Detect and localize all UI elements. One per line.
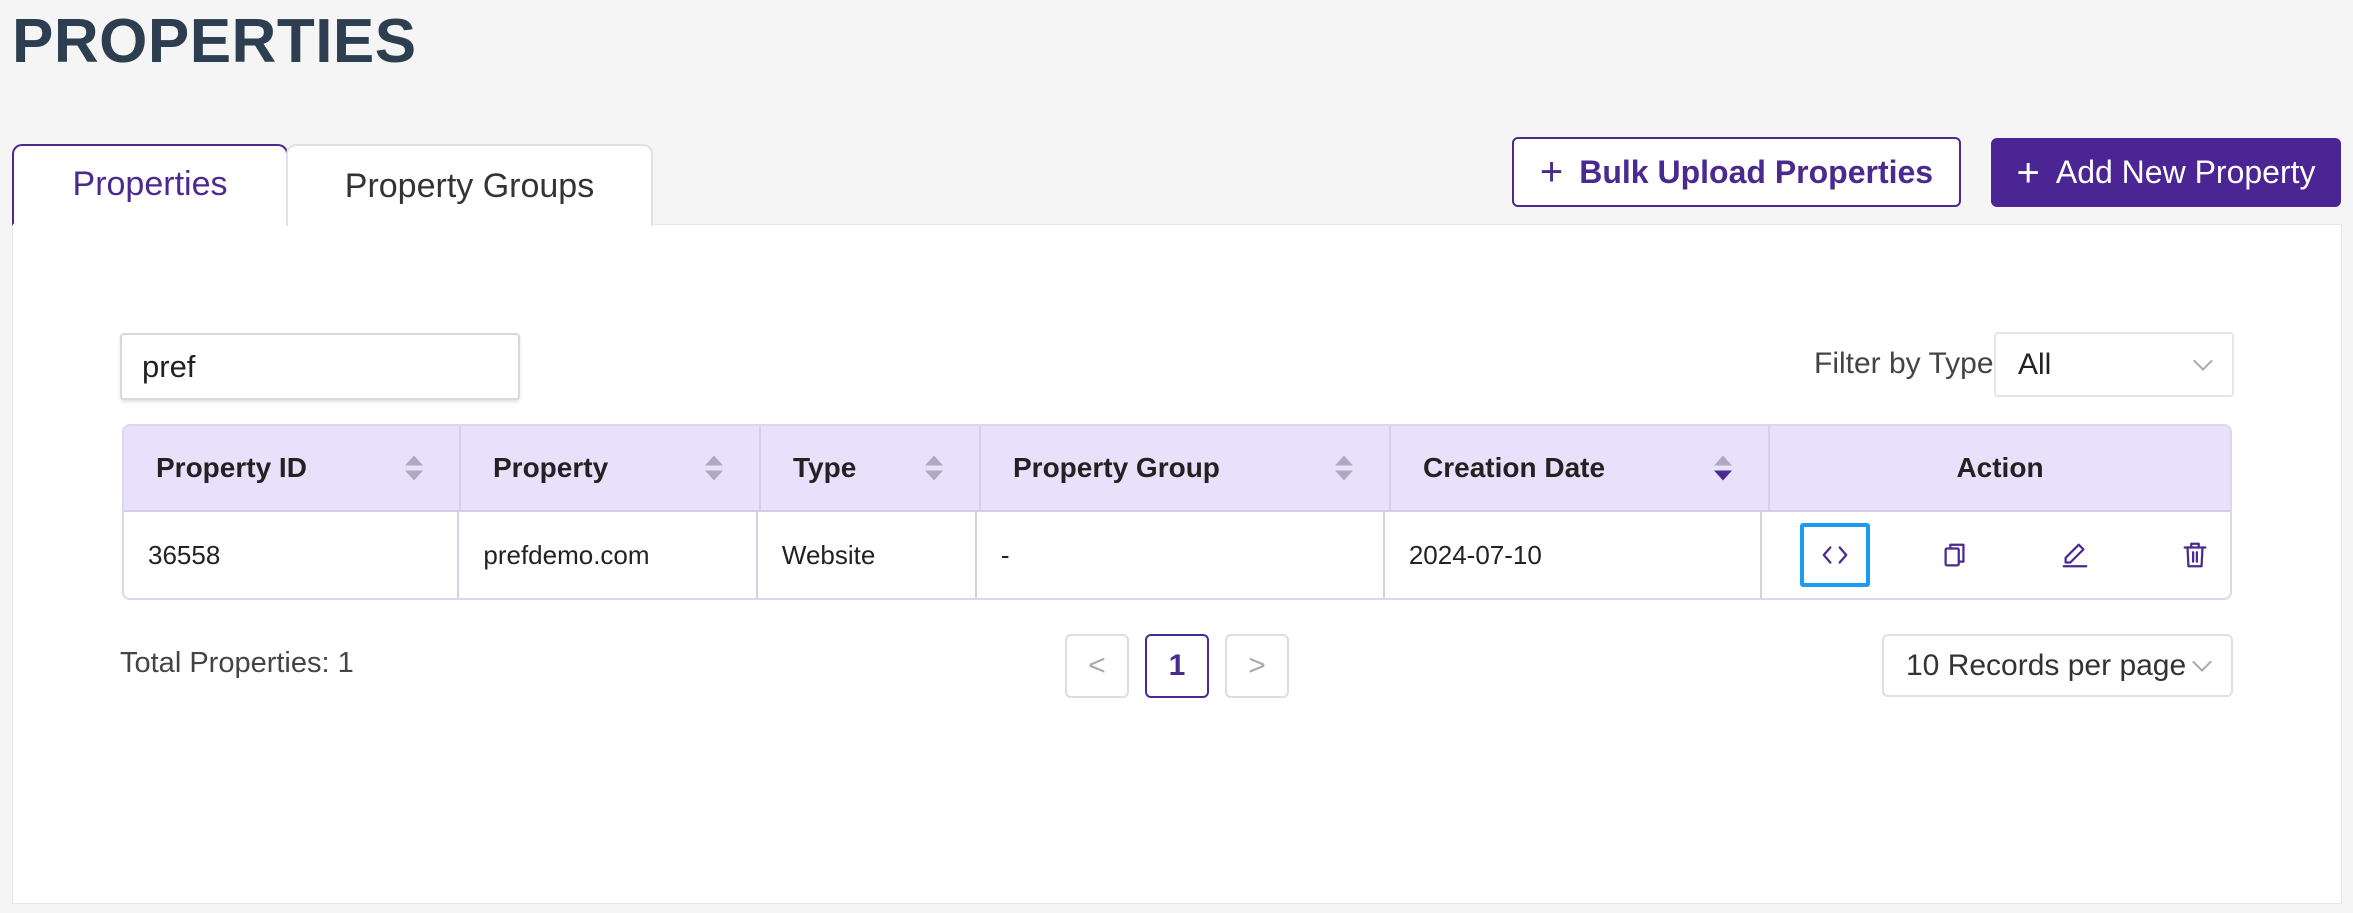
bulk-upload-button[interactable]: + Bulk Upload Properties [1512, 137, 1961, 207]
prev-page-button[interactable]: < [1065, 634, 1129, 698]
add-new-property-label: Add New Property [2055, 154, 2316, 190]
cell-property-id: 36558 [124, 512, 460, 598]
column-header-property-group[interactable]: Property Group [981, 426, 1391, 510]
filter-type-value: All [2018, 347, 2052, 381]
column-header-label: Property ID [156, 452, 307, 483]
records-per-page-value: 10 Records per page [1906, 648, 2187, 682]
sort-icon [925, 455, 943, 481]
page-button-current[interactable]: 1 [1145, 634, 1209, 698]
column-header-property[interactable]: Property [461, 426, 761, 510]
tab-bar: Properties Property Groups [12, 144, 653, 226]
page-title: PROPERTIES [12, 7, 417, 76]
sort-desc-icon [1714, 455, 1732, 481]
sort-icon [1335, 455, 1353, 481]
plus-icon: + [2016, 150, 2040, 195]
cell-type: Website [758, 512, 977, 598]
plus-icon: + [1539, 150, 1564, 194]
column-header-creation-date[interactable]: Creation Date [1391, 426, 1770, 510]
cell-creation-date: 2024-07-10 [1385, 512, 1762, 598]
sort-icon [705, 455, 723, 481]
column-header-label: Type [793, 452, 857, 483]
search-input[interactable] [120, 333, 520, 400]
column-header-type[interactable]: Type [761, 426, 981, 510]
column-header-label: Action [1956, 452, 2044, 483]
code-icon[interactable] [1799, 523, 1870, 587]
cell-property: prefdemo.com [459, 512, 758, 598]
chevron-down-icon [2192, 651, 2212, 672]
trash-icon[interactable] [2160, 523, 2230, 587]
copy-icon[interactable] [1920, 523, 1990, 587]
table-header: Property ID Property Type Property Group… [124, 426, 2230, 510]
cell-property-group: - [977, 512, 1385, 598]
tab-properties[interactable]: Properties [12, 144, 288, 226]
chevron-down-icon [2193, 350, 2213, 371]
filter-by-type-label: Filter by Type: [1814, 347, 2002, 380]
sort-icon [405, 455, 423, 481]
column-header-action: Action [1770, 426, 2230, 510]
properties-table: Property ID Property Type Property Group… [122, 424, 2232, 600]
cell-actions [1762, 512, 2230, 598]
table-row: 36558 prefdemo.com Website - 2024-07-10 [124, 510, 2230, 598]
column-header-label: Property [493, 452, 609, 483]
add-new-property-button[interactable]: + Add New Property [1991, 138, 2341, 207]
column-header-property-id[interactable]: Property ID [124, 426, 461, 510]
tab-property-groups[interactable]: Property Groups [286, 144, 653, 226]
column-header-label: Creation Date [1423, 452, 1606, 483]
filter-type-select[interactable]: All [1994, 332, 2234, 397]
bulk-upload-label: Bulk Upload Properties [1579, 153, 1934, 190]
records-per-page-select[interactable]: 10 Records per page [1882, 634, 2233, 697]
next-page-button[interactable]: > [1225, 634, 1289, 698]
column-header-label: Property Group [1013, 452, 1220, 483]
pagination: < 1 > [1065, 634, 1289, 698]
pencil-icon[interactable] [2040, 523, 2110, 587]
total-properties: Total Properties: 1 [120, 647, 354, 679]
